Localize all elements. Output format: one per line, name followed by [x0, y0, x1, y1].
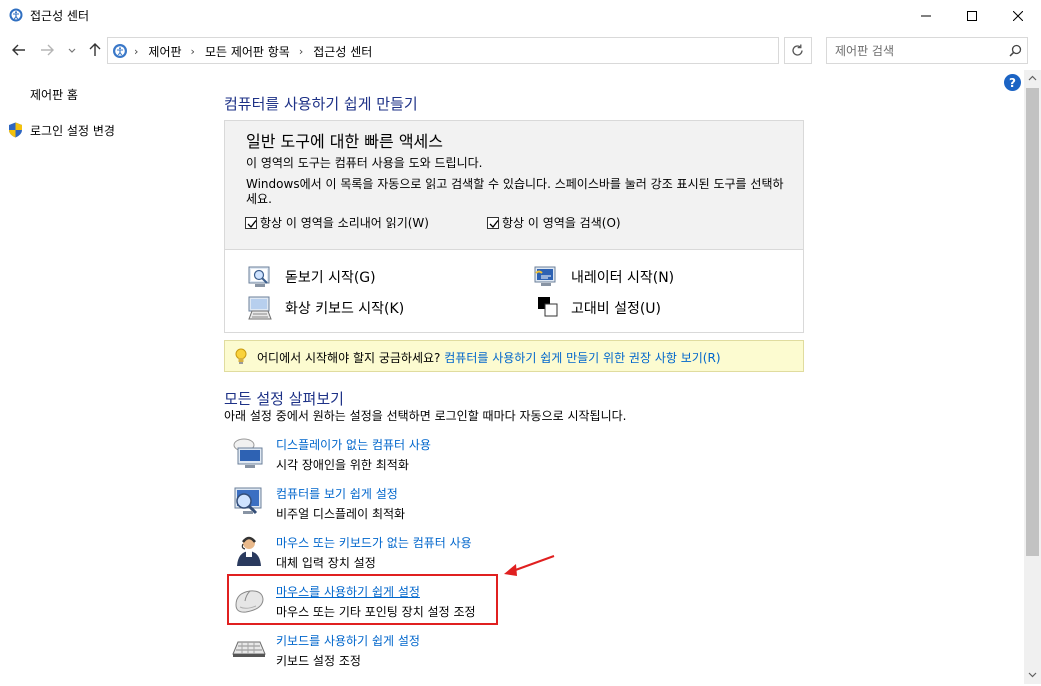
quick-access-panel: 일반 도구에 대한 빠른 액세스 이 영역의 도구는 컴퓨터 사용을 도와 드립… [224, 120, 804, 333]
narrator-icon [533, 264, 559, 290]
help-icon[interactable]: ? [1004, 74, 1021, 91]
lightbulb-icon [235, 348, 247, 365]
caret-down-icon [1028, 672, 1037, 678]
up-button[interactable] [84, 39, 106, 61]
tip-text-row: 어디에서 시작해야 할지 궁금하세요? 컴퓨터를 사용하기 쉽게 만들기 위한 … [257, 349, 721, 366]
setting-title-link[interactable]: 마우스 또는 키보드가 없는 컴퓨터 사용 [276, 534, 472, 551]
speech-monitor-icon [232, 436, 266, 470]
page-title: 컴퓨터를 사용하기 쉽게 만들기 [224, 95, 418, 113]
control-panel-icon [112, 43, 128, 59]
setting-title-link[interactable]: 디스플레이가 없는 컴퓨터 사용 [276, 436, 431, 453]
always-read-label: 항상 이 영역을 소리내어 읽기(W) [260, 216, 429, 230]
sidebar-link-control-panel-home[interactable]: 제어판 홈 [30, 86, 78, 103]
chevron-down-icon [68, 48, 76, 53]
tip-bar: 어디에서 시작해야 할지 궁금하세요? 컴퓨터를 사용하기 쉽게 만들기 위한 … [224, 340, 804, 372]
title-bar [0, 0, 1041, 31]
breadcrumb-separator: › [190, 45, 195, 58]
checkbox-checked-icon [487, 216, 499, 229]
explore-settings-description: 아래 설정 중에서 원하는 설정을 선택하면 로그인할 때마다 자동으로 시작됩… [224, 409, 627, 423]
scroll-down-button[interactable] [1024, 666, 1041, 683]
high-contrast-label: 고대비 설정(U) [571, 301, 662, 317]
start-narrator-link[interactable]: 내레이터 시작(N) [533, 264, 674, 290]
setting-description: 시각 장애인을 위한 최적화 [276, 458, 409, 472]
start-magnifier-label: 돋보기 시작(G) [285, 270, 376, 286]
arrow-left-icon [12, 44, 25, 56]
address-bar[interactable]: › 제어판 › 모든 제어판 항목 › 접근성 센터 [107, 37, 874, 64]
recent-locations-button[interactable] [64, 39, 80, 61]
tip-question: 어디에서 시작해야 할지 궁금하세요? [257, 351, 441, 365]
minimize-icon [921, 15, 931, 16]
checkbox-checked-icon [245, 216, 257, 229]
caret-up-icon [1028, 75, 1037, 81]
minimize-button[interactable] [903, 0, 949, 31]
uac-shield-icon [8, 122, 23, 138]
search-icon[interactable] [1007, 43, 1023, 59]
sidebar-link-change-signin[interactable]: 로그인 설정 변경 [30, 122, 115, 139]
monitor-magnifier-icon [232, 485, 266, 519]
search-box[interactable] [826, 37, 1028, 64]
breadcrumb: › 제어판 › 모든 제어판 항목 › 접근성 센터 [134, 43, 372, 60]
always-scan-label: 항상 이 영역을 검색(O) [502, 216, 621, 230]
close-button[interactable] [995, 0, 1041, 31]
scroll-up-button[interactable] [1024, 70, 1041, 87]
recommendations-link[interactable]: 컴퓨터를 사용하기 쉽게 만들기 위한 권장 사항 보기(R) [444, 351, 720, 365]
always-scan-checkbox[interactable]: 항상 이 영역을 검색(O) [487, 214, 621, 231]
high-contrast-settings-link[interactable]: 고대비 설정(U) [537, 295, 661, 321]
setting-description: 대체 입력 장치 설정 [276, 556, 376, 570]
start-on-screen-keyboard-label: 화상 키보드 시작(K) [285, 301, 405, 317]
refresh-icon [792, 44, 803, 56]
explore-settings-heading: 모든 설정 살펴보기 [224, 390, 344, 408]
magnifier-icon [247, 264, 273, 290]
breadcrumb-separator: › [298, 45, 304, 58]
ease-of-access-icon [9, 8, 23, 22]
quick-access-description: 이 영역의 도구는 컴퓨터 사용을 도와 드립니다. [246, 156, 483, 170]
setting-title-link[interactable]: 키보드를 사용하기 쉽게 설정 [276, 632, 420, 649]
arrow-right-icon [41, 44, 54, 56]
setting-title-link[interactable]: 컴퓨터를 보기 쉽게 설정 [276, 485, 398, 502]
on-screen-keyboard-icon [247, 295, 273, 321]
setting-make-keyboard-easier: 키보드를 사용하기 쉽게 설정 키보드 설정 조정 [232, 632, 792, 672]
maximize-icon [967, 10, 977, 21]
refresh-button[interactable] [784, 37, 812, 64]
setting-use-without-display: 디스플레이가 없는 컴퓨터 사용 시각 장애인을 위한 최적화 [232, 436, 792, 476]
highlight-annotation-box [227, 574, 498, 625]
breadcrumb-item-control-panel[interactable]: 제어판 [148, 43, 181, 60]
red-arrow-annotation-icon [498, 552, 558, 580]
start-on-screen-keyboard-link[interactable]: 화상 키보드 시작(K) [247, 295, 404, 321]
maximize-button[interactable] [949, 0, 995, 31]
keyboard-icon [232, 632, 266, 666]
start-magnifier-link[interactable]: 돋보기 시작(G) [247, 264, 376, 290]
person-headset-icon [232, 534, 266, 568]
quick-access-title: 일반 도구에 대한 빠른 액세스 [246, 132, 443, 151]
close-icon [1013, 10, 1023, 21]
back-button[interactable] [8, 39, 30, 61]
window-title: 접근성 센터 [30, 9, 90, 23]
breadcrumb-item-ease-of-access[interactable]: 접근성 센터 [313, 43, 372, 60]
breadcrumb-item-all-items[interactable]: 모든 제어판 항목 [205, 43, 290, 60]
quick-access-header: 일반 도구에 대한 빠른 액세스 이 영역의 도구는 컴퓨터 사용을 도와 드립… [225, 121, 803, 250]
high-contrast-icon [537, 295, 559, 321]
always-read-checkbox[interactable]: 항상 이 영역을 소리내어 읽기(W) [245, 214, 429, 231]
setting-make-easier-to-see: 컴퓨터를 보기 쉽게 설정 비주얼 디스플레이 최적화 [232, 485, 792, 525]
search-input[interactable] [835, 42, 995, 60]
setting-description: 키보드 설정 조정 [276, 654, 361, 668]
quick-access-instructions: Windows에서 이 목록을 자동으로 읽고 검색할 수 있습니다. 스페이스… [246, 177, 784, 206]
setting-description: 비주얼 디스플레이 최적화 [276, 507, 406, 521]
arrow-up-icon [89, 43, 101, 56]
breadcrumb-separator: › [134, 45, 139, 58]
scroll-thumb[interactable] [1026, 88, 1039, 556]
forward-button[interactable] [36, 39, 58, 61]
start-narrator-label: 내레이터 시작(N) [571, 270, 675, 286]
